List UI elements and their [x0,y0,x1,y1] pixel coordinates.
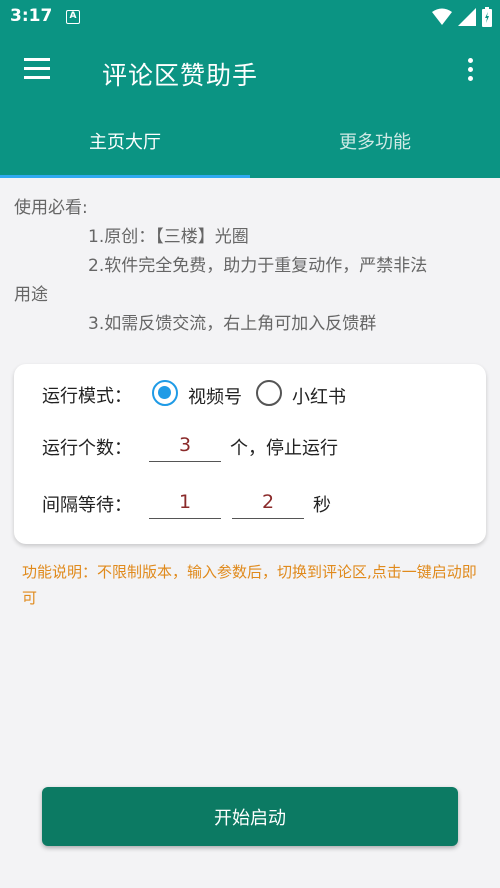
settings-card: 运行模式： 视频号 小红书 运行个数： 个，停止运行 间隔等待： 秒 [14,364,486,544]
tab-indicator [0,175,250,178]
notification-icon: A [66,10,80,24]
tab-home-hall[interactable]: 主页大厅 [0,110,250,178]
usage-notes: 使用必看: 1.原创：【三楼】光圈 2.软件完全免费，助力于重复动作，严禁非法 … [14,194,486,339]
app-title: 评论区赞助手 [102,61,259,90]
interval-suffix: 秒 [313,495,331,516]
interval-min-input[interactable] [149,485,221,519]
radio-xiaohongshu-label[interactable]: 小红书 [292,383,346,409]
notes-heading: 使用必看: [14,198,88,218]
battery-icon [482,7,492,27]
tab-more-features[interactable]: 更多功能 [250,110,500,178]
tab-bar: 主页大厅 更多功能 [0,110,500,178]
count-suffix: 个，停止运行 [230,438,338,459]
status-time: 3:17 [10,6,53,26]
wifi-icon [432,8,452,25]
notes-line-2-wrap: 用途 [14,285,48,305]
menu-icon[interactable] [24,58,54,84]
feature-description: 功能说明：不限制版本，输入参数后，切换到评论区,点击一键启动即可 [22,563,477,607]
radio-xiaohongshu[interactable] [256,380,282,406]
count-label: 运行个数： [42,438,132,459]
radio-video-channel[interactable] [152,380,178,406]
interval-max-input[interactable] [232,485,304,519]
notes-line-3: 3.如需反馈交流，右上角可加入反馈群 [88,314,377,334]
mode-label: 运行模式： [42,386,132,407]
app-bar: 评论区赞助手 [0,34,500,110]
status-bar: 3:17 A [0,0,500,34]
interval-label: 间隔等待： [42,495,132,516]
signal-icon [458,8,476,26]
more-options-icon[interactable] [460,58,480,88]
count-input[interactable] [149,428,221,462]
radio-video-channel-label[interactable]: 视频号 [188,383,242,409]
notes-line-1: 1.原创：【三楼】光圈 [88,227,249,247]
status-icons [432,7,492,27]
start-button[interactable]: 开始启动 [42,787,458,846]
notes-line-2: 2.软件完全免费，助力于重复动作，严禁非法 [88,256,428,276]
